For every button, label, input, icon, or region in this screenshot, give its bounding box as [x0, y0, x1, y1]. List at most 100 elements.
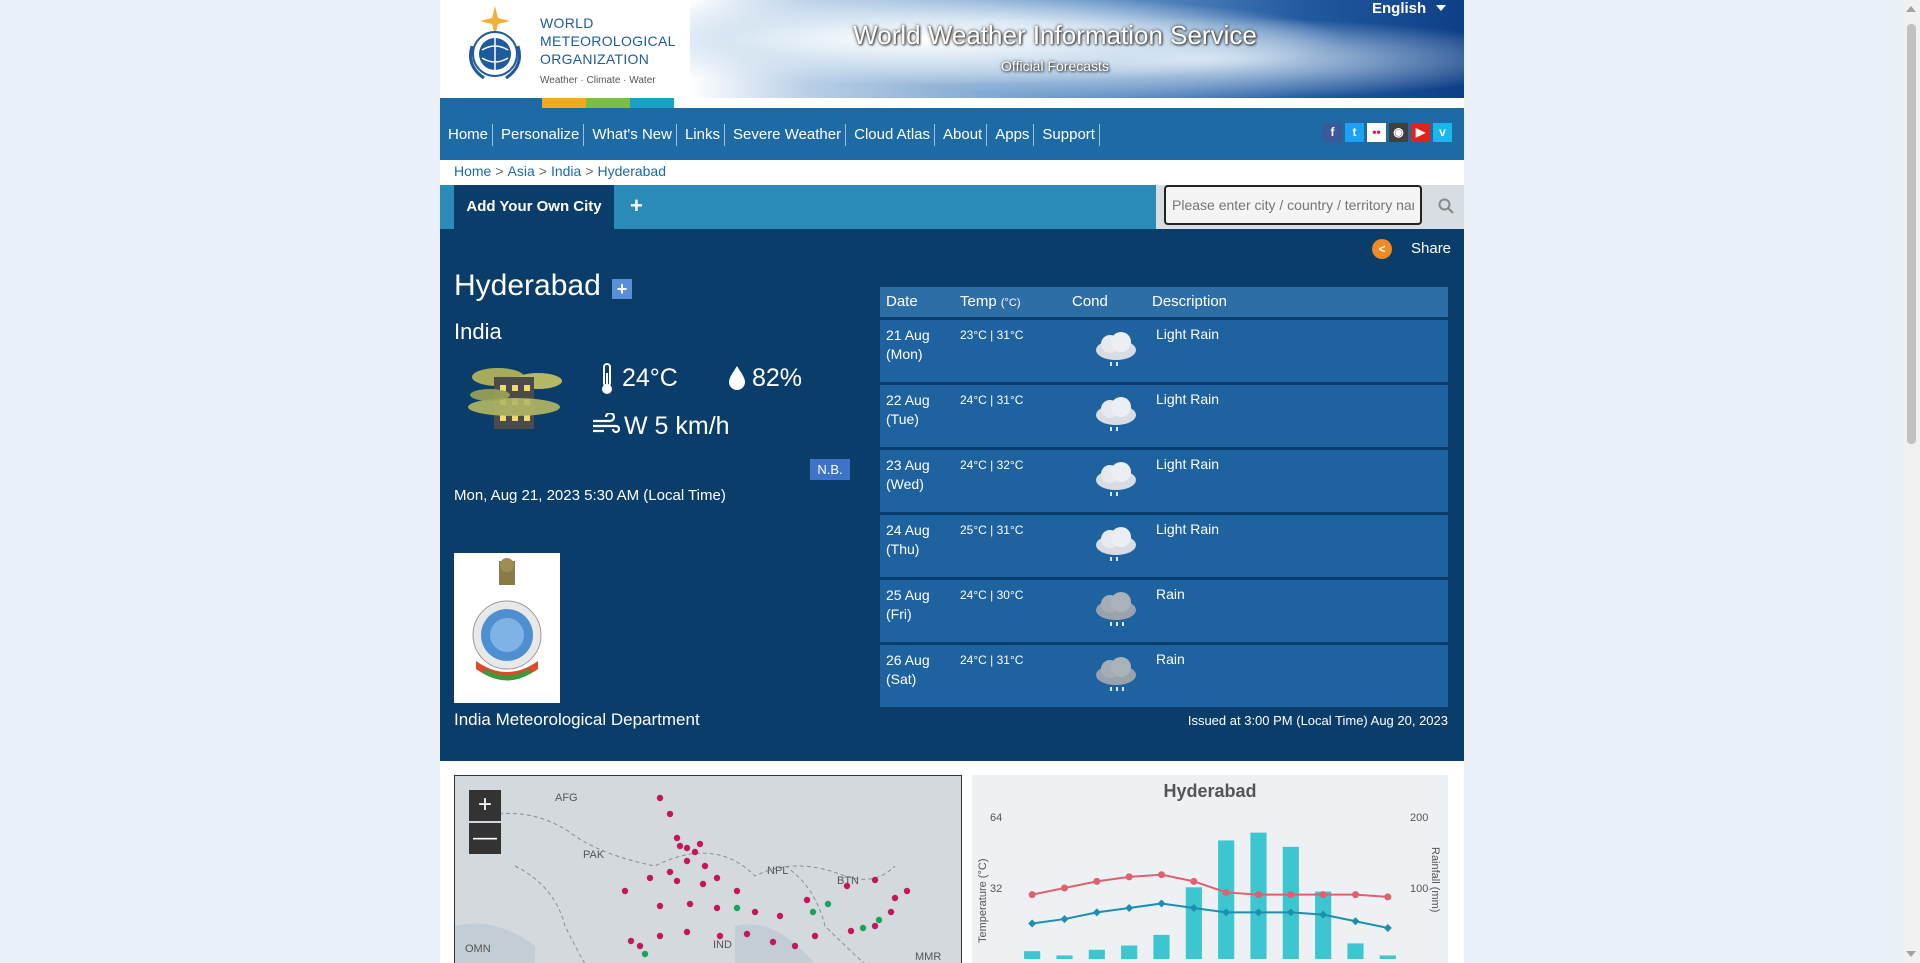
- breadcrumb-home[interactable]: Home: [454, 163, 491, 179]
- chart-canvas: 64 32 200 100 Temperature (°C) Rainfall (mm): [977, 812, 1441, 959]
- nb-badge[interactable]: N.B.: [810, 459, 850, 480]
- header-temp-label: Temp: [960, 293, 997, 310]
- nav-item-personalize[interactable]: Personalize: [493, 124, 585, 146]
- rainfall-bar: [1347, 943, 1364, 959]
- station-dot[interactable]: [871, 876, 879, 884]
- city-map[interactable]: AFG PAK NPL BTN IND OMN MMR + —: [454, 775, 962, 963]
- station-dot[interactable]: [656, 902, 664, 910]
- scroll-thumb[interactable]: [1907, 24, 1916, 444]
- forecast-description: Light Rain: [1156, 521, 1220, 537]
- imd-logo[interactable]: [454, 553, 560, 703]
- search-icon[interactable]: [1438, 198, 1454, 214]
- facebook-icon[interactable]: f: [1323, 123, 1342, 142]
- instagram-icon[interactable]: ◉: [1389, 123, 1408, 142]
- station-dot[interactable]: [621, 887, 629, 895]
- station-dot[interactable]: [666, 810, 674, 818]
- station-dot[interactable]: [666, 868, 674, 876]
- forecast-row: 22 Aug (Tue) 24°C | 31°C Light Rain: [880, 385, 1448, 447]
- nav-item-home[interactable]: Home: [440, 124, 494, 146]
- station-dot[interactable]: [713, 874, 721, 882]
- station-dot[interactable]: [824, 900, 832, 908]
- breadcrumb: Home > Asia > India > Hyderabad: [454, 163, 666, 179]
- stripe-segment: [630, 98, 674, 108]
- station-dot[interactable]: [691, 848, 699, 856]
- station-dot[interactable]: [641, 950, 649, 958]
- station-dot[interactable]: [776, 912, 784, 920]
- station-dot[interactable]: [683, 857, 691, 865]
- twitter-icon[interactable]: t: [1345, 123, 1364, 142]
- station-dot[interactable]: [809, 908, 817, 916]
- y-tick-label: 64: [990, 812, 1002, 824]
- station-dot[interactable]: [699, 880, 707, 888]
- y-axis-label: Temperature (°C): [977, 859, 989, 943]
- share-label[interactable]: Share: [1411, 240, 1451, 257]
- station-dot[interactable]: [673, 877, 681, 885]
- nav-item-cloud-atlas[interactable]: Cloud Atlas: [846, 124, 936, 146]
- station-dot[interactable]: [843, 882, 851, 890]
- add-favorite-plus-icon[interactable]: +: [612, 279, 632, 299]
- nav-item-severe-weather[interactable]: Severe Weather: [725, 124, 847, 146]
- station-dot[interactable]: [743, 930, 751, 938]
- flickr-icon[interactable]: ••: [1367, 123, 1386, 142]
- youtube-icon[interactable]: ▶: [1411, 123, 1430, 142]
- station-dot[interactable]: [676, 842, 684, 850]
- scroll-down-arrow-icon[interactable]: [1906, 951, 1916, 957]
- station-dot[interactable]: [769, 938, 777, 946]
- temperature-point: [1125, 903, 1134, 912]
- station-dot[interactable]: [646, 874, 654, 882]
- station-dot[interactable]: [636, 942, 644, 950]
- issued-time: Issued at 3:00 PM (Local Time) Aug 20, 2…: [1187, 713, 1448, 728]
- share-icon[interactable]: <: [1372, 239, 1392, 259]
- breadcrumb-india[interactable]: India: [551, 163, 581, 179]
- station-dot[interactable]: [683, 844, 691, 852]
- nav-item-about[interactable]: About: [935, 124, 988, 146]
- station-dot[interactable]: [683, 928, 691, 936]
- city-search-input[interactable]: [1164, 185, 1422, 225]
- scroll-up-arrow-icon[interactable]: [1906, 6, 1916, 12]
- breadcrumb-asia[interactable]: Asia: [508, 163, 535, 179]
- nav-item-support[interactable]: Support: [1034, 124, 1100, 146]
- station-dot[interactable]: [811, 932, 819, 940]
- source-agency[interactable]: India Meteorological Department: [454, 710, 700, 730]
- station-dot[interactable]: [871, 922, 879, 930]
- station-dot[interactable]: [887, 908, 895, 916]
- station-dot[interactable]: [686, 900, 694, 908]
- nav-item-links[interactable]: Links: [677, 124, 725, 146]
- nav-item-apps[interactable]: Apps: [987, 124, 1035, 146]
- station-dot[interactable]: [751, 908, 759, 916]
- add-your-own-city-tab[interactable]: Add Your Own City: [454, 185, 614, 229]
- station-dot[interactable]: [859, 924, 867, 932]
- zoom-out-button[interactable]: —: [469, 823, 501, 854]
- station-dot[interactable]: [696, 840, 704, 848]
- main-nav: Home Personalize What's New Links Severe Wea…: [440, 108, 1464, 160]
- station-dot[interactable]: [656, 794, 664, 802]
- forecast-description: Light Rain: [1156, 326, 1220, 342]
- station-dot[interactable]: [875, 916, 883, 924]
- station-dot[interactable]: [733, 904, 741, 912]
- station-dot[interactable]: [733, 887, 741, 895]
- forecast-cond: [1072, 580, 1152, 642]
- forecast-row: 25 Aug (Fri) 24°C | 30°C Rain: [880, 580, 1448, 642]
- y2-tick-label: 100: [1410, 883, 1428, 895]
- station-dot[interactable]: [673, 834, 681, 842]
- station-dot[interactable]: [791, 942, 799, 950]
- station-dot[interactable]: [891, 894, 899, 902]
- chevron-down-icon[interactable]: [1436, 5, 1446, 11]
- station-dot[interactable]: [627, 937, 635, 945]
- station-dot[interactable]: [701, 862, 709, 870]
- nav-item-what-s-new[interactable]: What's New: [584, 124, 677, 146]
- station-dot[interactable]: [803, 896, 811, 904]
- station-dot[interactable]: [903, 887, 911, 895]
- zoom-in-button[interactable]: +: [469, 790, 501, 821]
- station-dot[interactable]: [656, 932, 664, 940]
- add-city-plus-icon[interactable]: +: [630, 193, 643, 219]
- social-links: f t •• ◉ ▶ v: [1323, 123, 1452, 142]
- map-canvas[interactable]: AFGPAKNPLBTNINDOMNMMR: [455, 776, 961, 963]
- wmo-logo-icon[interactable]: [460, 6, 530, 84]
- vimeo-icon[interactable]: v: [1433, 123, 1452, 142]
- station-dot[interactable]: [716, 932, 724, 940]
- station-dot[interactable]: [713, 904, 721, 912]
- station-dot[interactable]: [847, 927, 855, 935]
- page-scrollbar[interactable]: [1903, 0, 1920, 963]
- language-selector[interactable]: English: [1372, 0, 1426, 17]
